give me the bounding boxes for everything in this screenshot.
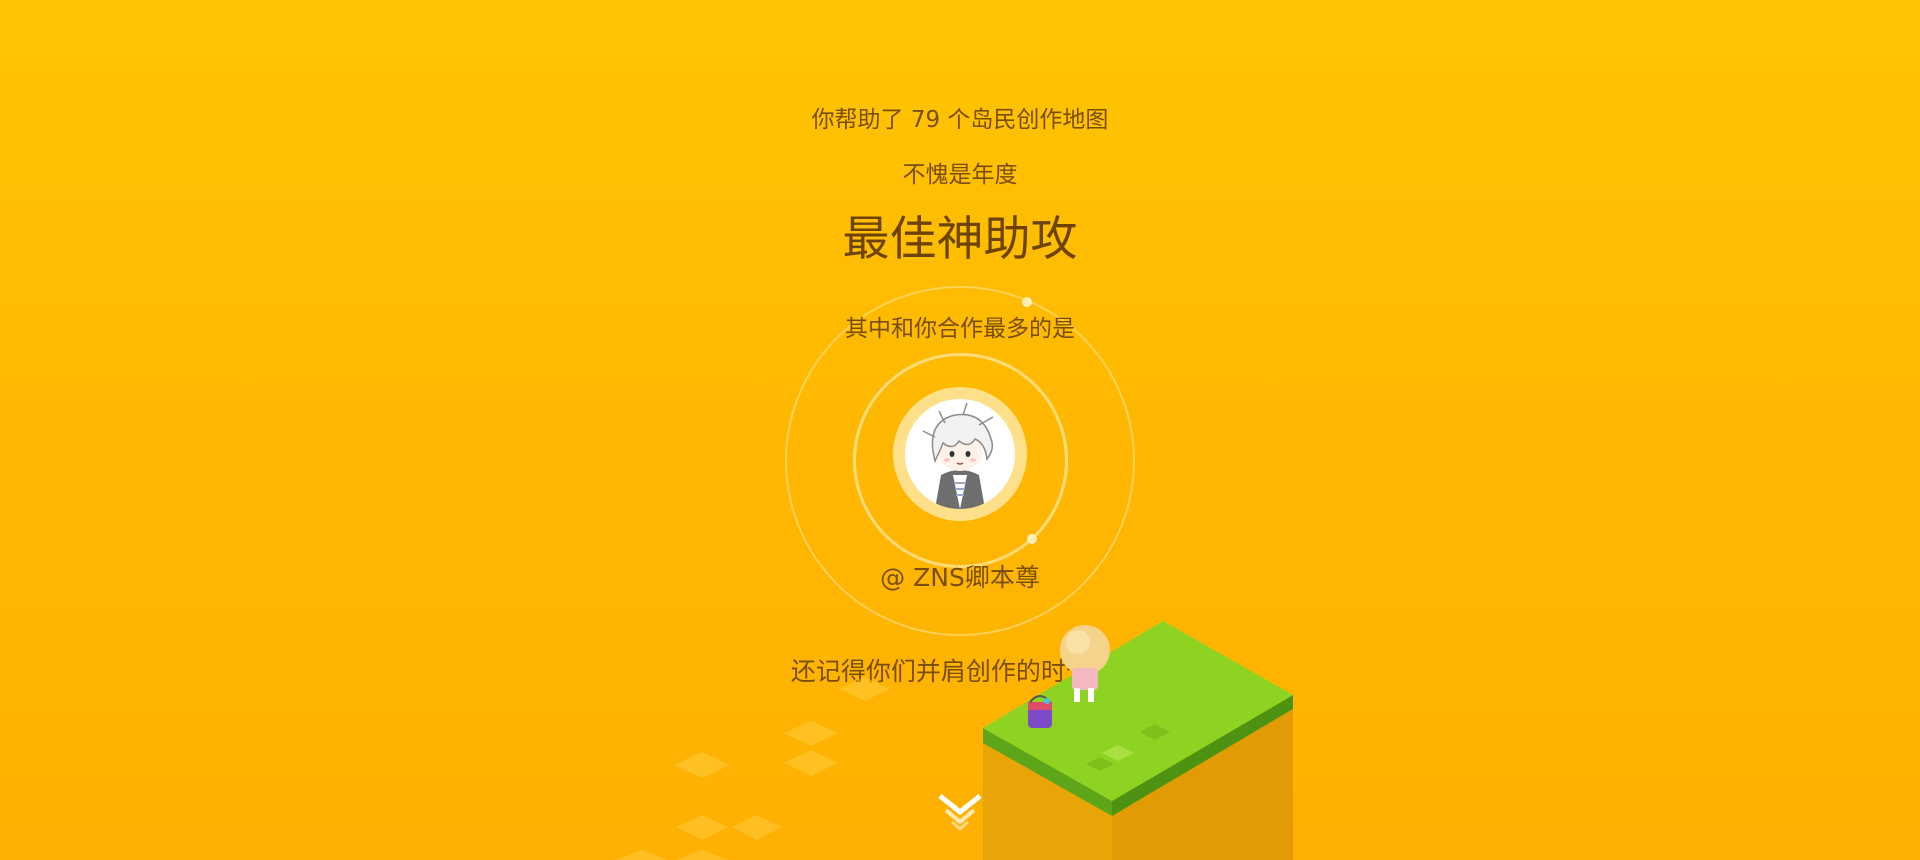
maps-helped-text: 你帮助了 79 个岛民创作地图 — [811, 107, 1109, 133]
scroll-down-chevron-icon[interactable] — [936, 788, 984, 836]
partner-handle: @ ZNS卿本尊 — [880, 563, 1040, 592]
orbit-dot — [1027, 534, 1037, 544]
partner-avatar[interactable] — [893, 387, 1027, 521]
subtitle-text: 不愧是年度 — [902, 162, 1018, 188]
orbit-dot — [1022, 297, 1032, 307]
award-title: 最佳神助攻 — [842, 212, 1078, 267]
partner-intro-text: 其中和你合作最多的是 — [845, 316, 1075, 342]
chibi-avatar-icon — [922, 402, 994, 509]
diamond-pattern — [616, 677, 890, 860]
report-page: 你帮助了 79 个岛民创作地图 不愧是年度 最佳神助攻 其中和你合作最多的是 @… — [0, 0, 1920, 860]
